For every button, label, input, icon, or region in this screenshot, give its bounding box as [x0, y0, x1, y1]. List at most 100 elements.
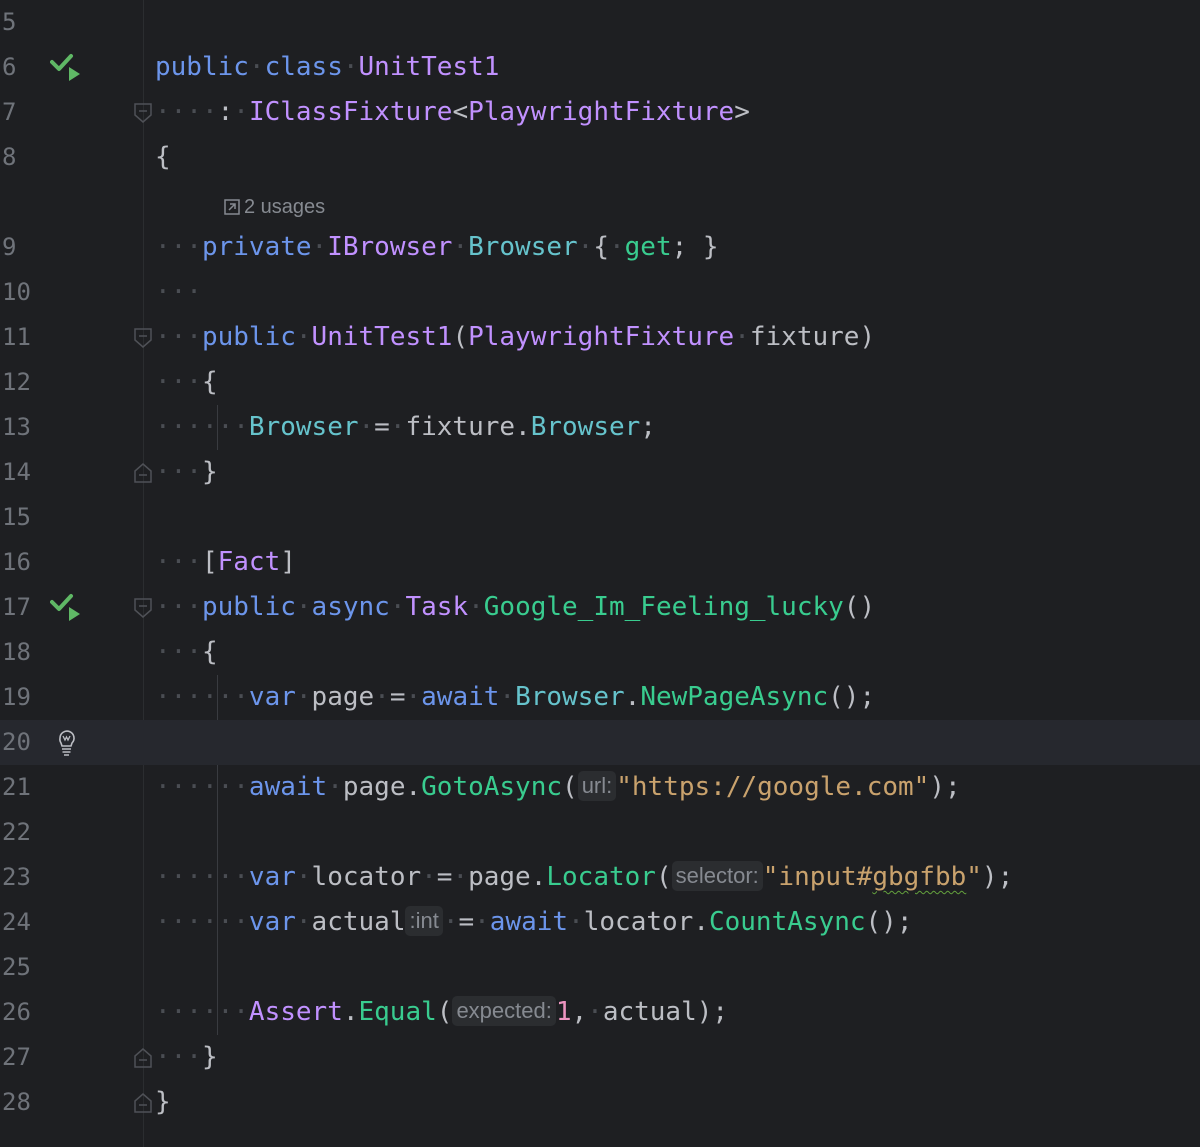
- code-token: );: [929, 772, 961, 802]
- code-line[interactable]: 5: [0, 0, 1200, 45]
- code-token: IBrowser: [327, 232, 453, 262]
- code-text[interactable]: ······var·actual:int ·=·await·locator.Cou…: [155, 900, 912, 945]
- code-token: =: [436, 862, 453, 892]
- code-token: (: [562, 772, 578, 802]
- line-number[interactable]: 5: [2, 0, 36, 45]
- code-line[interactable]: 13 ······Browser·=·fixture.Browser;: [0, 405, 1200, 450]
- line-number[interactable]: 20: [2, 720, 36, 765]
- test-method-name: Google_Im_Feeling_lucky: [483, 592, 844, 622]
- code-line[interactable]: 7 ····:·IClassFixture<PlaywrightFixture>: [0, 90, 1200, 135]
- code-text[interactable]: ······Browser·=·fixture.Browser;: [155, 405, 656, 450]
- code-text[interactable]: ···{: [155, 360, 218, 405]
- code-line[interactable]: 18 ···{: [0, 630, 1200, 675]
- code-line[interactable]: 9 ···private·IBrowser·Browser·{·get; }: [0, 225, 1200, 270]
- code-text[interactable]: ···}: [155, 450, 218, 495]
- code-line[interactable]: 21 ······await·page.GotoAsync(url: "https:…: [0, 765, 1200, 810]
- fold-marker-icon[interactable]: [133, 597, 153, 619]
- type-hint: :int: [405, 906, 443, 936]
- code-token: (: [452, 322, 469, 352]
- code-text[interactable]: ···}: [155, 1035, 218, 1080]
- line-number[interactable]: 15: [2, 495, 36, 540]
- line-number[interactable]: 19: [2, 675, 36, 720]
- code-line[interactable]: 14 ···}: [0, 450, 1200, 495]
- code-text[interactable]: ···private·IBrowser·Browser·{·get; }: [155, 225, 719, 270]
- code-token: var: [248, 907, 296, 937]
- code-line[interactable]: 19 ······var·page·=·await·Browser.NewPage…: [0, 675, 1200, 720]
- code-token: locator: [583, 907, 694, 937]
- code-line[interactable]: 17 ···public·async·Task·Google_Im_Feeling…: [0, 585, 1200, 630]
- line-number[interactable]: 21: [2, 765, 36, 810]
- code-text[interactable]: ···: [155, 270, 202, 315]
- code-text[interactable]: ······var·locator·=·page.Locator(selecto…: [155, 855, 1013, 900]
- code-line[interactable]: 24 ······var·actual:int ·=·await·locator.C…: [0, 900, 1200, 945]
- line-number[interactable]: 26: [2, 990, 36, 1035]
- fold-end-marker-icon[interactable]: [133, 1092, 153, 1114]
- code-token: page: [342, 772, 406, 802]
- line-number[interactable]: 6: [2, 45, 36, 90]
- current-line[interactable]: 20: [0, 720, 1200, 765]
- fold-end-marker-icon[interactable]: [133, 462, 153, 484]
- code-line[interactable]: 28}: [0, 1080, 1200, 1125]
- code-token: ]: [280, 547, 296, 577]
- code-token: =: [389, 682, 406, 712]
- code-line[interactable]: 26 ······Assert.Equal(expected: 1,·actual)…: [0, 990, 1200, 1035]
- line-number[interactable]: 12: [2, 360, 36, 405]
- code-text[interactable]: ···public·async·Task·Google_Im_Feeling_l…: [155, 585, 875, 630]
- code-token: fixture: [405, 412, 516, 442]
- navigate-icon: [224, 199, 240, 215]
- code-token: CountAsync: [708, 907, 866, 937]
- line-number[interactable]: 23: [2, 855, 36, 900]
- code-line[interactable]: 8{: [0, 135, 1200, 180]
- code-token: Browser: [468, 232, 578, 262]
- run-test-passed-icon[interactable]: [50, 53, 82, 83]
- line-number[interactable]: 28: [2, 1080, 36, 1125]
- code-text[interactable]: ···[Fact]: [155, 540, 296, 585]
- code-line[interactable]: 27 ···}: [0, 1035, 1200, 1080]
- code-token: =: [458, 907, 475, 937]
- code-text[interactable]: ······await·page.GotoAsync(url: "https://…: [155, 765, 961, 810]
- line-number[interactable]: 18: [2, 630, 36, 675]
- line-number[interactable]: 11: [2, 315, 36, 360]
- line-number[interactable]: 10: [2, 270, 36, 315]
- code-token: public: [155, 52, 249, 82]
- code-line[interactable]: 6 public·class·UnitTest1: [0, 45, 1200, 90]
- code-line[interactable]: 16 ···[Fact]: [0, 540, 1200, 585]
- code-text[interactable]: ···public·UnitTest1(PlaywrightFixture·fi…: [155, 315, 875, 360]
- code-token: actual: [602, 997, 697, 1027]
- code-line[interactable]: 22: [0, 810, 1200, 855]
- line-number[interactable]: 24: [2, 900, 36, 945]
- run-test-passed-icon[interactable]: [50, 593, 82, 623]
- code-line[interactable]: 23 ······var·locator·=·page.Locator(selec…: [0, 855, 1200, 900]
- lightbulb-icon[interactable]: [52, 727, 84, 757]
- line-number[interactable]: 25: [2, 945, 36, 990]
- code-text[interactable]: ······Assert.Equal(expected: 1,·actual);: [155, 990, 728, 1035]
- code-text[interactable]: {: [155, 135, 171, 180]
- fold-end-marker-icon[interactable]: [133, 1047, 153, 1069]
- code-text[interactable]: ····:·IClassFixture<PlaywrightFixture>: [155, 90, 750, 135]
- code-text[interactable]: ···{: [155, 630, 218, 675]
- code-line[interactable]: 11 ···public·UnitTest1(PlaywrightFixture·…: [0, 315, 1200, 360]
- code-line[interactable]: 25: [0, 945, 1200, 990]
- code-token: .: [693, 907, 709, 937]
- code-text[interactable]: }: [155, 1080, 171, 1125]
- code-line[interactable]: 10 ···: [0, 270, 1200, 315]
- code-text[interactable]: public·class·UnitTest1: [155, 45, 499, 90]
- line-number[interactable]: 27: [2, 1035, 36, 1080]
- code-token: page: [468, 862, 531, 892]
- line-number[interactable]: 13: [2, 405, 36, 450]
- line-number[interactable]: 14: [2, 450, 36, 495]
- line-number[interactable]: 7: [2, 90, 36, 135]
- usages-hint[interactable]: 2 usages: [224, 192, 325, 222]
- fold-marker-icon[interactable]: [133, 327, 153, 349]
- code-editor[interactable]: 2 usages 5 6 public·class·UnitTest1 7 ····:·…: [0, 0, 1200, 1147]
- fold-marker-icon[interactable]: [133, 102, 153, 124]
- line-number[interactable]: 9: [2, 225, 36, 270]
- line-number[interactable]: 22: [2, 810, 36, 855]
- code-line[interactable]: 15: [0, 495, 1200, 540]
- line-number[interactable]: 16: [2, 540, 36, 585]
- code-token: fixture: [749, 322, 860, 352]
- code-text[interactable]: ······var·page·=·await·Browser.NewPageAs…: [155, 675, 875, 720]
- line-number[interactable]: 8: [2, 135, 36, 180]
- code-line[interactable]: 12 ···{: [0, 360, 1200, 405]
- line-number[interactable]: 17: [2, 585, 36, 630]
